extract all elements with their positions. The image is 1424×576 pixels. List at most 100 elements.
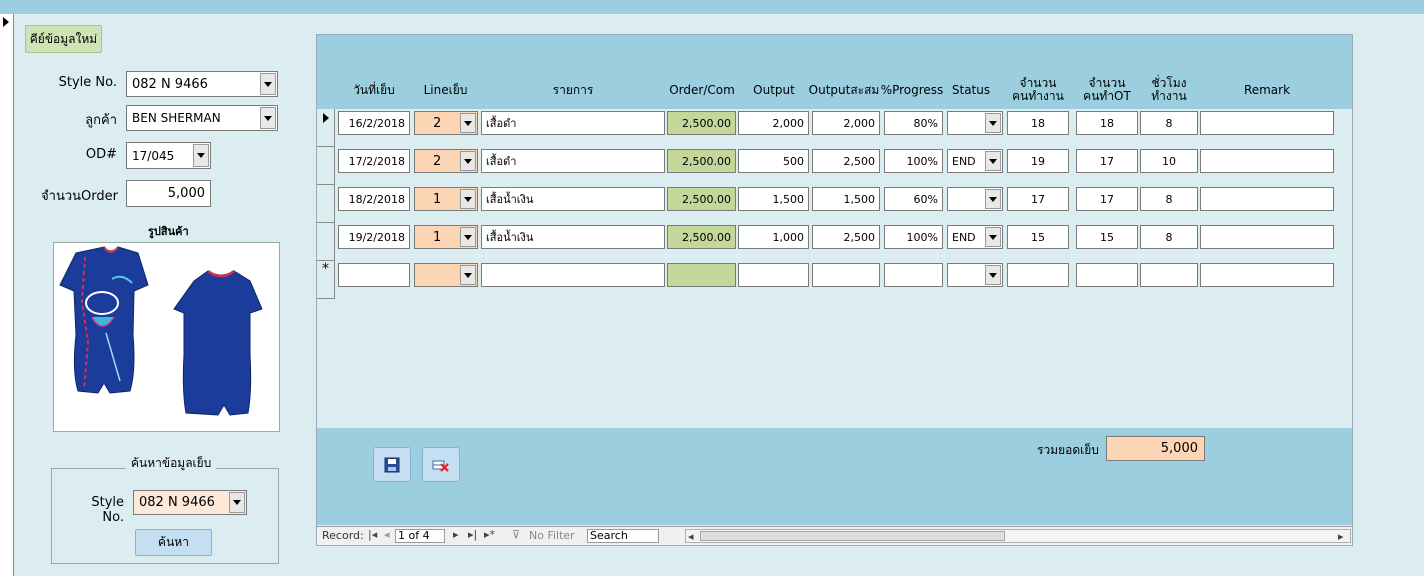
- ot-cell[interactable]: 17: [1076, 149, 1138, 173]
- status-combo[interactable]: END: [947, 225, 1003, 249]
- chevron-down-icon[interactable]: [460, 189, 476, 209]
- cumulative-cell[interactable]: 2,500: [812, 225, 880, 249]
- order-cell[interactable]: [667, 263, 736, 287]
- scroll-right-icon[interactable]: ▸: [1338, 530, 1344, 543]
- save-button[interactable]: [373, 447, 411, 482]
- hours-cell[interactable]: 8: [1140, 225, 1198, 249]
- od-combo[interactable]: 17/045: [126, 142, 211, 169]
- search-style-no-combo[interactable]: 082 N 9466: [133, 490, 247, 515]
- remark-cell[interactable]: [1200, 149, 1334, 173]
- chevron-down-icon[interactable]: [460, 151, 476, 171]
- chevron-down-icon[interactable]: [260, 73, 276, 95]
- progress-cell[interactable]: [884, 263, 943, 287]
- filter-status[interactable]: No Filter: [529, 529, 575, 542]
- order-cell[interactable]: 2,500.00: [667, 225, 736, 249]
- progress-cell[interactable]: 100%: [884, 149, 943, 173]
- order-qty-field[interactable]: 5,000: [126, 180, 211, 207]
- row-selector-new[interactable]: *: [317, 261, 335, 299]
- hours-cell[interactable]: 10: [1140, 149, 1198, 173]
- new-entry-button[interactable]: คีย์ข้อมูลใหม่: [25, 25, 102, 53]
- hours-cell[interactable]: 8: [1140, 187, 1198, 211]
- output-cell[interactable]: 1,000: [738, 225, 809, 249]
- order-cell[interactable]: 2,500.00: [667, 187, 736, 211]
- search-box[interactable]: Search: [587, 529, 659, 543]
- first-record-icon[interactable]: |◂: [368, 528, 377, 541]
- cumulative-cell[interactable]: 2,500: [812, 149, 880, 173]
- last-record-icon[interactable]: ▸|: [468, 528, 477, 541]
- remark-cell[interactable]: [1200, 111, 1334, 135]
- output-cell[interactable]: 2,000: [738, 111, 809, 135]
- ot-cell[interactable]: 17: [1076, 187, 1138, 211]
- scroll-left-icon[interactable]: ◂: [688, 530, 694, 543]
- line-combo[interactable]: 2: [414, 149, 478, 173]
- row-selector[interactable]: [317, 147, 335, 185]
- cumulative-cell[interactable]: 2,000: [812, 111, 880, 135]
- new-record-icon[interactable]: ▸*: [484, 528, 495, 541]
- line-combo[interactable]: 1: [414, 187, 478, 211]
- cumulative-cell[interactable]: [812, 263, 880, 287]
- chevron-down-icon[interactable]: [985, 265, 1001, 285]
- date-cell[interactable]: 19/2/2018: [338, 225, 410, 249]
- chevron-down-icon[interactable]: [985, 189, 1001, 209]
- item-cell[interactable]: เสื้อน้ำเงิน: [481, 187, 665, 211]
- item-cell[interactable]: เสื้อดำ: [481, 149, 665, 173]
- status-combo[interactable]: END: [947, 149, 1003, 173]
- form-record-selector[interactable]: [0, 14, 14, 576]
- scrollbar-thumb[interactable]: [700, 531, 1005, 541]
- chevron-down-icon[interactable]: [260, 107, 276, 129]
- style-no-combo[interactable]: 082 N 9466: [126, 71, 278, 97]
- horizontal-scrollbar[interactable]: ◂ ▸: [685, 529, 1351, 543]
- status-combo[interactable]: [947, 111, 1003, 135]
- status-combo[interactable]: [947, 263, 1003, 287]
- customer-combo[interactable]: BEN SHERMAN: [126, 105, 278, 131]
- date-cell[interactable]: 18/2/2018: [338, 187, 410, 211]
- record-position-input[interactable]: 1 of 4: [395, 529, 445, 543]
- chevron-down-icon[interactable]: [985, 151, 1001, 171]
- order-cell[interactable]: 2,500.00: [667, 149, 736, 173]
- line-combo[interactable]: 1: [414, 225, 478, 249]
- chevron-down-icon[interactable]: [193, 144, 209, 167]
- ot-cell[interactable]: 18: [1076, 111, 1138, 135]
- hours-cell[interactable]: 8: [1140, 111, 1198, 135]
- date-cell[interactable]: 16/2/2018: [338, 111, 410, 135]
- progress-cell[interactable]: 100%: [884, 225, 943, 249]
- chevron-down-icon[interactable]: [985, 113, 1001, 133]
- item-cell[interactable]: เสื้อดำ: [481, 111, 665, 135]
- workers-cell[interactable]: 15: [1007, 225, 1069, 249]
- date-cell[interactable]: [338, 263, 410, 287]
- next-record-icon[interactable]: ▸: [453, 528, 459, 541]
- progress-cell[interactable]: 80%: [884, 111, 943, 135]
- output-cell[interactable]: [738, 263, 809, 287]
- row-selector[interactable]: [317, 185, 335, 223]
- order-cell[interactable]: 2,500.00: [667, 111, 736, 135]
- row-selector-current[interactable]: [317, 109, 335, 147]
- date-cell[interactable]: 17/2/2018: [338, 149, 410, 173]
- remark-cell[interactable]: [1200, 187, 1334, 211]
- search-button[interactable]: ค้นหา: [135, 529, 212, 556]
- progress-cell[interactable]: 60%: [884, 187, 943, 211]
- remark-cell[interactable]: [1200, 263, 1334, 287]
- ot-cell[interactable]: [1076, 263, 1138, 287]
- output-cell[interactable]: 500: [738, 149, 809, 173]
- cumulative-cell[interactable]: 1,500: [812, 187, 880, 211]
- item-cell[interactable]: เสื้อน้ำเงิน: [481, 225, 665, 249]
- workers-cell[interactable]: 18: [1007, 111, 1069, 135]
- delete-record-button[interactable]: [422, 447, 460, 482]
- row-selector[interactable]: [317, 223, 335, 261]
- ot-cell[interactable]: 15: [1076, 225, 1138, 249]
- previous-record-icon[interactable]: ◂: [384, 528, 390, 541]
- chevron-down-icon[interactable]: [460, 227, 476, 247]
- workers-cell[interactable]: [1007, 263, 1069, 287]
- workers-cell[interactable]: 17: [1007, 187, 1069, 211]
- chevron-down-icon[interactable]: [985, 227, 1001, 247]
- line-combo[interactable]: 2: [414, 111, 478, 135]
- chevron-down-icon[interactable]: [460, 265, 476, 285]
- chevron-down-icon[interactable]: [229, 492, 245, 513]
- item-cell[interactable]: [481, 263, 665, 287]
- chevron-down-icon[interactable]: [460, 113, 476, 133]
- remark-cell[interactable]: [1200, 225, 1334, 249]
- hours-cell[interactable]: [1140, 263, 1198, 287]
- workers-cell[interactable]: 19: [1007, 149, 1069, 173]
- status-combo[interactable]: [947, 187, 1003, 211]
- line-combo[interactable]: [414, 263, 478, 287]
